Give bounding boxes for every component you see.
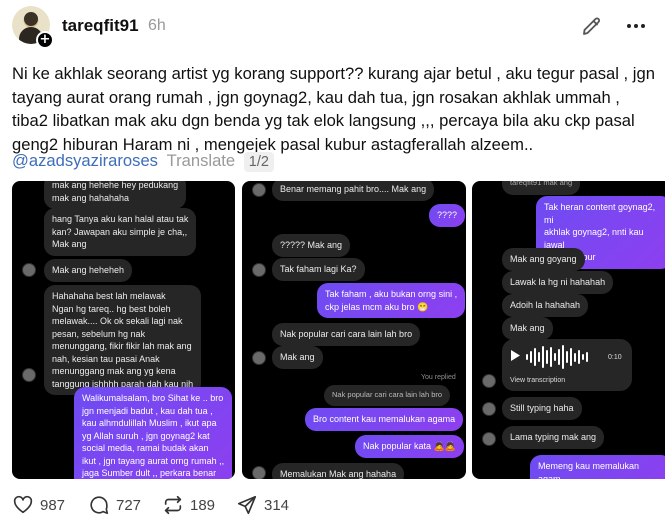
view-transcription-link[interactable]: View transcription — [510, 375, 565, 388]
edit-pencil-icon[interactable] — [580, 14, 604, 38]
chat-screenshot-2[interactable]: Benar memang pahit bro.... Mak ang ???? … — [242, 181, 466, 479]
sender-avatar — [252, 263, 266, 277]
sender-avatar — [22, 368, 36, 382]
message-bubble: Nak popular cari cara lain lah bro — [272, 323, 421, 346]
sender-avatar — [252, 466, 266, 479]
message-bubble: Memeng kau memalukan agam — [530, 455, 665, 479]
message-bubble: Benar memang pahit bro.... Mak ang — [272, 181, 435, 201]
post-body-text: Ni ke akhlak seorang artist yg korang su… — [12, 64, 655, 154]
post-actions: 987 727 189 314 — [12, 492, 660, 518]
mention-line: @azadsyaziraroses Translate 1/2 — [12, 150, 274, 172]
follow-plus-icon[interactable]: + — [36, 31, 54, 49]
message-bubble: Adoih la hahahah — [502, 294, 589, 317]
play-icon[interactable] — [510, 350, 520, 361]
message-bubble: tareqfit91 mak ang — [502, 181, 581, 195]
like-count: 987 — [40, 496, 66, 514]
sender-avatar — [252, 351, 266, 365]
send-icon — [237, 495, 257, 515]
message-bubble: Mak ang goyang — [502, 248, 585, 271]
sender-avatar — [252, 183, 266, 197]
username[interactable]: tareqfit91 — [62, 16, 139, 36]
message-bubble: Still typing haha — [502, 397, 582, 420]
post-time: 6h — [148, 17, 166, 34]
sender-avatar — [22, 263, 36, 277]
message-bubble: Nak popular kata 🙇🙇 — [355, 435, 464, 458]
message-bubble: Mak ang — [272, 346, 323, 369]
voice-message[interactable]: 0:10 View transcription — [502, 339, 632, 391]
sender-avatar — [482, 402, 496, 416]
reply-button[interactable]: 727 — [88, 492, 141, 518]
chat-screenshot-3[interactable]: tareqfit91 mak ang Tak heran content goy… — [472, 181, 665, 479]
more-horizontal-icon[interactable] — [624, 14, 648, 38]
comment-icon — [90, 496, 109, 515]
reply-count: 727 — [116, 496, 142, 514]
message-bubble: mak ang hehehe hey pedukang mak ang haha… — [44, 181, 187, 209]
voice-waveform — [526, 345, 588, 369]
message-bubble: ????? Mak ang — [272, 234, 351, 257]
post-header: + tareqfit91 6h — [12, 6, 660, 50]
share-button[interactable]: 314 — [236, 492, 289, 518]
replied-quote-bubble: Nak popular cari cara lain lah bro — [324, 385, 451, 406]
message-bubble: hang Tanya aku kan halal atau tak kan? J… — [44, 208, 197, 256]
message-bubble: Walikumalsalam, bro Sihat ke .. bro jgn … — [74, 387, 233, 479]
message-bubble: Mak ang — [502, 317, 553, 340]
you-replied-note: You replied — [421, 374, 456, 381]
message-bubble: Tak faham lagi Ka? — [272, 258, 365, 281]
heart-icon — [13, 495, 33, 514]
message-bubble: ???? — [429, 204, 466, 227]
repost-button[interactable]: 189 — [162, 492, 215, 518]
message-bubble: Memalukan Mak ang hahaha — [272, 463, 405, 479]
message-bubble: Bro content kau memalukan agama — [305, 408, 464, 431]
message-bubble: Tak faham , aku bukan orng sini , ckp je… — [317, 283, 466, 318]
repost-count: 189 — [190, 496, 216, 514]
sender-avatar — [482, 374, 496, 388]
message-bubble: Lama typing mak ang — [502, 426, 605, 449]
sender-avatar — [482, 432, 496, 446]
chat-screenshot-1[interactable]: mak ang hehehe hey pedukang mak ang haha… — [12, 181, 235, 479]
like-button[interactable]: 987 — [12, 492, 65, 518]
image-page-indicator: 1/2 — [243, 152, 274, 172]
message-bubble: Hahahaha best lah melawak Ngan hg tareq.… — [44, 285, 202, 395]
share-count: 314 — [264, 496, 290, 514]
mention-link[interactable]: @azadsyaziraroses — [12, 151, 158, 170]
translate-link[interactable]: Translate — [167, 151, 236, 170]
avatar-head — [24, 12, 38, 26]
repost-icon — [164, 495, 182, 515]
voice-duration: 0:10 — [608, 354, 622, 361]
message-bubble: Lawak la hg ni hahahah — [502, 271, 614, 294]
message-bubble: Mak ang heheheh — [44, 259, 133, 282]
